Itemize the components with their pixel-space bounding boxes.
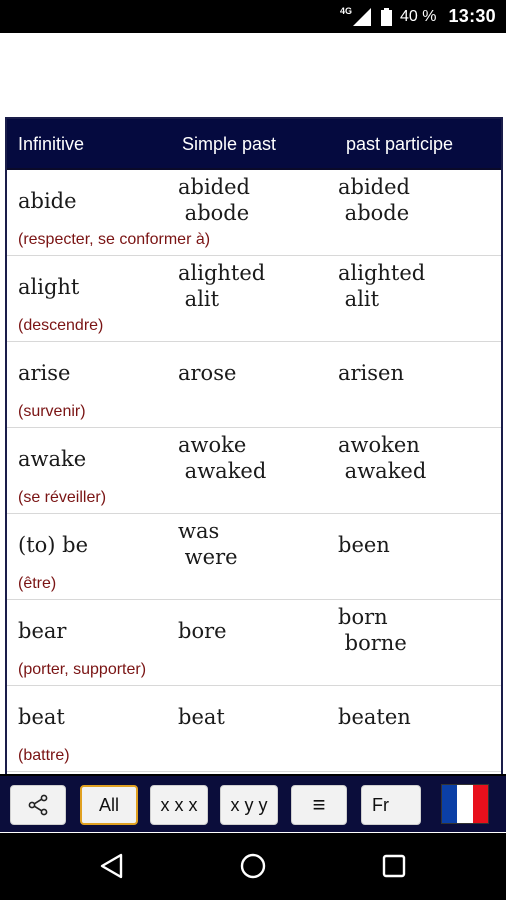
translation-text: (se réveiller) (18, 489, 107, 506)
past-participle-cell: abided abode (338, 175, 410, 225)
network-type: 4G (339, 5, 352, 16)
table-row[interactable]: arise arose arisen (survenir) (7, 342, 501, 428)
table-row[interactable]: alight alighted alit alighted alit (desc… (7, 256, 501, 342)
header-infinitive: Infinitive (18, 134, 85, 154)
filter-all-button[interactable]: All (80, 785, 138, 825)
system-nav-bar (0, 833, 506, 900)
home-icon[interactable] (238, 851, 268, 881)
infinitive-cell: awake (18, 447, 87, 471)
share-icon (28, 794, 48, 816)
infinitive-cell: bear (18, 619, 67, 643)
past-participle-cell: born borne (338, 605, 407, 655)
translation-text: (descendre) (18, 317, 104, 334)
translation-text: (porter, supporter) (18, 661, 147, 678)
infinitive-cell: beat (18, 705, 65, 729)
simple-past-cell: abided abode (178, 175, 250, 225)
past-participle-cell: been (338, 533, 390, 557)
infinitive-cell: (to) be (18, 533, 89, 557)
french-flag-button[interactable] (441, 784, 489, 824)
infinitive-cell: abide (18, 189, 77, 213)
translation-text: (être) (18, 575, 57, 592)
flag-stripe-red (472, 785, 488, 823)
battery-percent: 40 % (399, 7, 437, 25)
translation-text: (respecter, se conformer à) (18, 231, 211, 248)
simple-past-cell: awoke awaked (178, 433, 267, 483)
table-row[interactable]: beat beat beaten (battre) (7, 686, 501, 772)
infinitive-cell: alight (18, 275, 80, 299)
table-header: Infinitive Simple past past participe (7, 119, 501, 170)
filter-xyy-button[interactable]: x y y (220, 785, 278, 825)
simple-past-cell: beat (178, 705, 225, 729)
table-row[interactable]: bear bore born borne (porter, supporter) (7, 600, 501, 686)
signal-icon (352, 7, 371, 26)
simple-past-cell: was were (178, 519, 238, 569)
flag-stripe-white (457, 785, 473, 823)
list-icon: ≡ (312, 792, 326, 817)
battery-icon (380, 7, 392, 26)
language-fr-button[interactable]: Fr (361, 785, 421, 825)
clock: 13:30 (448, 6, 496, 26)
past-participle-cell: arisen (338, 361, 405, 385)
share-button[interactable] (10, 785, 66, 825)
verb-table[interactable]: Infinitive Simple past past participe ab… (5, 117, 503, 777)
filter-xxx-button[interactable]: x x x (150, 785, 208, 825)
table-row[interactable]: (to) be was were been (être) (7, 514, 501, 600)
bottom-toolbar: All x x x x y y ≡ Fr (0, 774, 506, 832)
status-bar: 4G 40 % 13:30 (0, 0, 506, 33)
past-participle-cell: beaten (338, 705, 411, 729)
past-participle-cell: awoken awaked (338, 433, 427, 483)
simple-past-cell: bore (178, 619, 227, 643)
infinitive-cell: arise (18, 361, 71, 385)
past-participle-cell: alighted alit (338, 261, 426, 311)
recents-icon[interactable] (379, 851, 409, 881)
translation-text: (battre) (18, 747, 70, 764)
list-button[interactable]: ≡ (291, 785, 347, 825)
simple-past-cell: alighted alit (178, 261, 266, 311)
table-row[interactable]: abide abided abode abided abode (respect… (7, 170, 501, 256)
header-past-participle: past participe (346, 134, 454, 154)
table-row[interactable]: awake awoke awaked awoken awaked (se rév… (7, 428, 501, 514)
header-simple-past: Simple past (182, 134, 277, 154)
translation-text: (survenir) (18, 403, 86, 420)
simple-past-cell: arose (178, 361, 237, 385)
back-icon[interactable] (97, 851, 127, 881)
flag-stripe-blue (442, 785, 458, 823)
